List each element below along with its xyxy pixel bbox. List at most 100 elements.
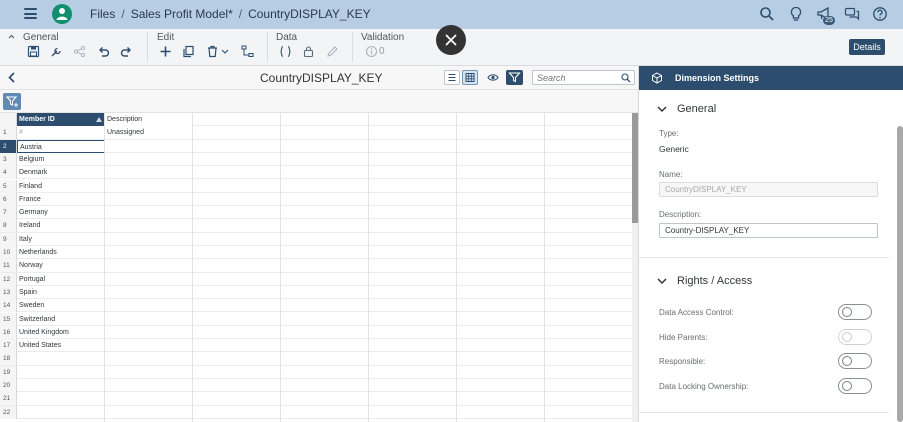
row-number[interactable]: 10 [0,246,17,259]
search-input[interactable] [537,72,617,83]
panel-scrollbar[interactable] [897,126,903,422]
close-button[interactable] [436,25,466,55]
table-row[interactable]: 1 # Unassigned [0,126,632,140]
description-cell[interactable] [105,352,193,365]
list-view-button[interactable] [444,70,460,85]
column-filter-button[interactable] [3,93,21,110]
responsible-switch[interactable] [838,353,872,369]
member-id-cell[interactable] [17,366,105,379]
description-cell[interactable] [105,299,193,312]
member-id-cell[interactable]: Sweden [17,299,105,312]
member-id-cell[interactable]: Spain [17,286,105,299]
grid-view-button[interactable] [462,70,478,85]
description-cell[interactable] [105,233,193,246]
share-icon[interactable] [73,45,86,58]
table-row[interactable]: 22 [0,405,632,419]
breadcrumb-model[interactable]: Sales Profit Model* [131,7,233,21]
table-row[interactable]: 17 United States [0,339,632,353]
member-id-cell[interactable]: France [17,193,105,206]
data-locking-ownership-switch[interactable] [838,378,872,394]
row-number[interactable]: 5 [0,179,17,193]
hierarchy-icon[interactable] [241,45,254,58]
description-cell[interactable] [105,259,193,272]
description-cell[interactable] [105,219,193,232]
member-id-cell[interactable]: United States [17,339,105,352]
lightbulb-icon[interactable] [788,6,804,22]
member-id-cell[interactable]: Netherlands [17,246,105,259]
save-icon[interactable] [27,45,40,58]
sort-ascending-icon[interactable] [96,117,102,122]
row-number[interactable]: 12 [0,272,17,286]
member-id-cell[interactable]: United Kingdom [17,326,105,339]
help-icon[interactable] [872,6,888,22]
table-row[interactable]: 6 France [0,192,632,207]
row-number[interactable]: 19 [0,365,17,379]
copy-icon[interactable] [182,45,195,58]
description-cell[interactable] [105,273,193,286]
table-row[interactable]: 12 Portugal [0,272,632,286]
redo-icon[interactable] [120,45,133,58]
row-number[interactable]: 11 [0,259,17,273]
table-row[interactable]: 14 Sweden [0,299,632,313]
search-field[interactable] [532,70,635,85]
info-icon[interactable] [365,45,378,58]
member-id-cell[interactable]: Belgium [17,153,105,166]
row-number[interactable]: 18 [0,352,17,366]
description-cell[interactable] [105,313,193,326]
description-cell[interactable] [105,180,193,193]
row-number[interactable]: 1 [0,126,17,140]
table-row[interactable]: 18 [0,352,632,366]
description-cell[interactable] [105,392,193,405]
table-row[interactable]: 11 Norway [0,259,632,273]
description-cell[interactable] [105,286,193,299]
member-id-cell[interactable] [17,406,105,419]
filter-button[interactable] [506,70,523,85]
column-header-description[interactable]: Description [105,113,193,126]
search-icon[interactable] [759,6,775,22]
table-row[interactable]: 13 Spain [0,285,632,300]
details-button[interactable]: Details [849,39,885,55]
home-icon[interactable] [52,4,72,24]
chevron-down-icon[interactable] [221,45,229,58]
description-cell[interactable] [105,379,193,392]
back-icon[interactable] [8,72,16,83]
description-cell[interactable] [105,140,193,153]
member-id-cell[interactable]: Germany [17,206,105,219]
description-cell[interactable] [105,339,193,352]
row-number[interactable]: 21 [0,392,17,406]
table-row[interactable]: 4 Denmark [0,166,632,180]
row-number[interactable]: 6 [0,192,17,206]
row-number[interactable]: 20 [0,379,17,392]
undo-icon[interactable] [97,45,110,58]
description-cell[interactable]: Unassigned [105,126,193,139]
table-row[interactable]: 2 Austria [0,139,632,153]
row-number[interactable]: 3 [0,152,17,166]
formula-icon[interactable] [279,45,292,58]
table-row[interactable]: 9 Italy [0,232,632,246]
member-id-cell[interactable]: Italy [17,233,105,246]
row-number[interactable]: 13 [0,285,17,299]
member-id-cell[interactable]: Switzerland [17,313,105,326]
breadcrumb-files[interactable]: Files [90,7,115,21]
row-number[interactable]: 15 [0,312,17,326]
row-number[interactable]: 9 [0,232,17,246]
description-cell[interactable] [105,166,193,179]
row-number[interactable]: 14 [0,299,17,313]
pencil-icon[interactable] [326,45,339,58]
member-id-cell[interactable]: Denmark [17,166,105,179]
delete-icon[interactable] [206,45,219,58]
eye-icon[interactable] [487,73,499,82]
table-row[interactable]: 5 Finland [0,179,632,193]
member-id-cell[interactable] [17,379,105,392]
description-cell[interactable] [105,153,193,166]
member-id-cell[interactable] [17,392,105,405]
member-id-cell[interactable]: # [17,126,105,139]
chevron-up-icon[interactable] [8,33,15,40]
member-id-cell[interactable]: Austria [17,139,105,153]
chat-icon[interactable] [844,6,860,22]
description-cell[interactable] [105,193,193,206]
row-number[interactable]: 17 [0,339,17,353]
menu-icon[interactable] [24,8,37,19]
member-id-cell[interactable]: Ireland [17,219,105,232]
row-number[interactable]: 22 [0,405,17,419]
